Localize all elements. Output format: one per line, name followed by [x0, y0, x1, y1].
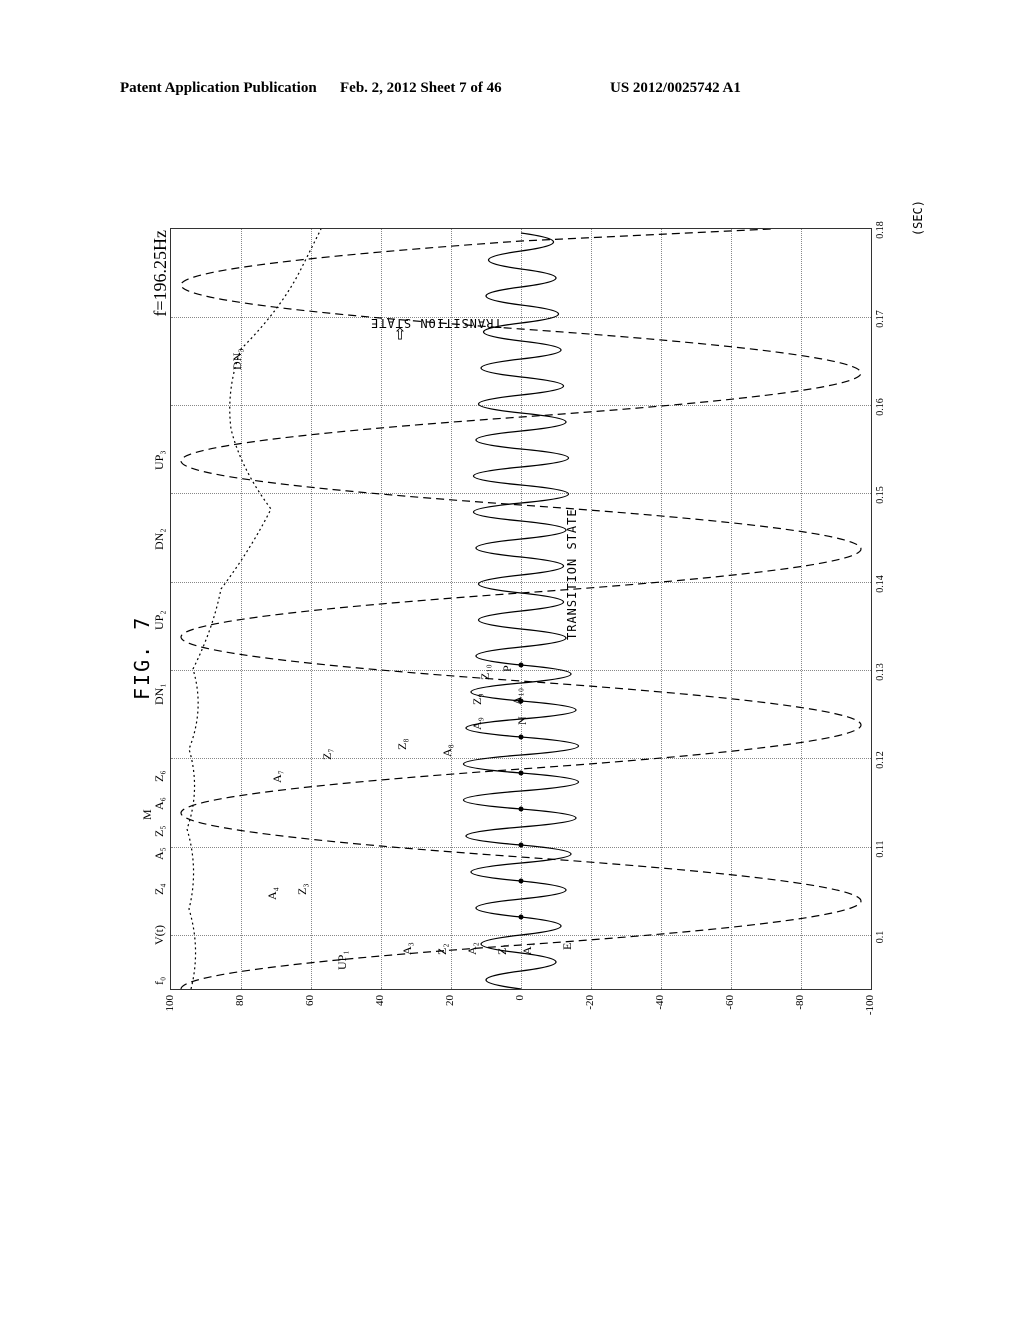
- annot-z5: Z₅: [152, 825, 167, 837]
- annot-p: P: [500, 665, 515, 672]
- marker-dot: [519, 879, 524, 884]
- annot-a6: A₆: [152, 797, 167, 810]
- annot-a5: A₅: [152, 847, 167, 860]
- sec-unit-label: (SEC): [911, 200, 925, 236]
- annot-z2: Z₂: [435, 943, 450, 955]
- marker-dot: [519, 915, 524, 920]
- marker-dot: [519, 735, 524, 740]
- annot-e: E: [560, 943, 575, 950]
- y-tick: -100: [864, 995, 876, 1025]
- annot-z4: Z₄: [152, 883, 167, 895]
- figure-container: FIG. 7 f=196.25Hz Load voltage Resonance…: [100, 200, 930, 1050]
- figure-rotated: FIG. 7 f=196.25Hz Load voltage Resonance…: [100, 200, 930, 1050]
- annot-z8: Z₈: [395, 738, 410, 750]
- annot-up2: UP₂: [152, 610, 167, 630]
- y-tick: -80: [794, 995, 806, 1025]
- x-tick: 0.18: [875, 221, 886, 239]
- y-tick: -20: [584, 995, 596, 1025]
- marker-dot: [519, 771, 524, 776]
- annot-vt: V(t): [152, 925, 167, 945]
- marker-dot: [519, 843, 524, 848]
- annot-n: N: [515, 716, 530, 725]
- annot-a4: A₄: [265, 887, 280, 900]
- annot-z1: Z₁: [495, 943, 510, 955]
- annot-a7: A₇: [270, 770, 285, 783]
- x-tick: 0.11: [875, 840, 886, 857]
- annot-dn1: DN₁: [152, 683, 167, 705]
- x-tick: 0.15: [875, 486, 886, 504]
- trace-energy: [187, 229, 321, 989]
- y-tick: -40: [654, 995, 666, 1025]
- annot-f0: f₀: [152, 977, 167, 985]
- header-right: US 2012/0025742 A1: [610, 80, 741, 97]
- annot-dn2: DN₂: [152, 528, 167, 550]
- annot-up3: UP₃: [152, 450, 167, 470]
- waveforms: [171, 229, 871, 989]
- y-tick: 100: [164, 995, 176, 1025]
- x-tick: 0.12: [875, 751, 886, 769]
- header-center: Feb. 2, 2012 Sheet 7 of 46: [340, 80, 502, 97]
- trace-resonance: [181, 229, 861, 989]
- y-tick: 0: [514, 995, 526, 1025]
- y-tick: -60: [724, 995, 736, 1025]
- x-tick: 0.13: [875, 663, 886, 681]
- annot-z7: Z₇: [320, 748, 335, 760]
- frequency-label: f=196.25Hz: [150, 230, 171, 317]
- y-tick: 60: [304, 995, 316, 1025]
- annot-m: M: [140, 809, 155, 820]
- trace-voltage: [464, 233, 579, 989]
- annot-a10: A₁₀: [510, 688, 525, 705]
- marker-dot: [519, 807, 524, 812]
- plot-frame: [170, 228, 872, 990]
- annot-up1: UP₁: [335, 950, 350, 970]
- x-tick: 0.14: [875, 575, 886, 593]
- x-tick: 0.17: [875, 310, 886, 328]
- y-tick: 20: [444, 995, 456, 1025]
- header-left: Patent Application Publication: [0, 80, 317, 97]
- annot-z9: Z₉: [470, 693, 485, 705]
- annot-a2: A₂: [465, 942, 480, 955]
- y-tick: 40: [374, 995, 386, 1025]
- arrow-icon: ⇨: [390, 327, 410, 340]
- x-tick: 0.1: [875, 931, 886, 944]
- annot-transition-lower: TRANSITION STATE: [565, 508, 579, 640]
- annot-dn3: DN₃: [230, 348, 245, 370]
- y-tick: 80: [234, 995, 246, 1025]
- page-header: Patent Application Publication Feb. 2, 2…: [0, 80, 1024, 97]
- annot-a8: A₈: [440, 744, 455, 757]
- annot-z6: Z₆: [152, 770, 167, 782]
- annot-a3: A₃: [400, 942, 415, 955]
- x-tick: 0.16: [875, 398, 886, 416]
- annot-z3: Z₃: [295, 883, 310, 895]
- annot-a1: A₁: [520, 942, 535, 955]
- annot-a9: A₉: [470, 717, 485, 730]
- figure-title: FIG. 7: [130, 616, 154, 700]
- marker-dot: [519, 663, 524, 668]
- annot-z10: Z₁₀: [478, 664, 493, 680]
